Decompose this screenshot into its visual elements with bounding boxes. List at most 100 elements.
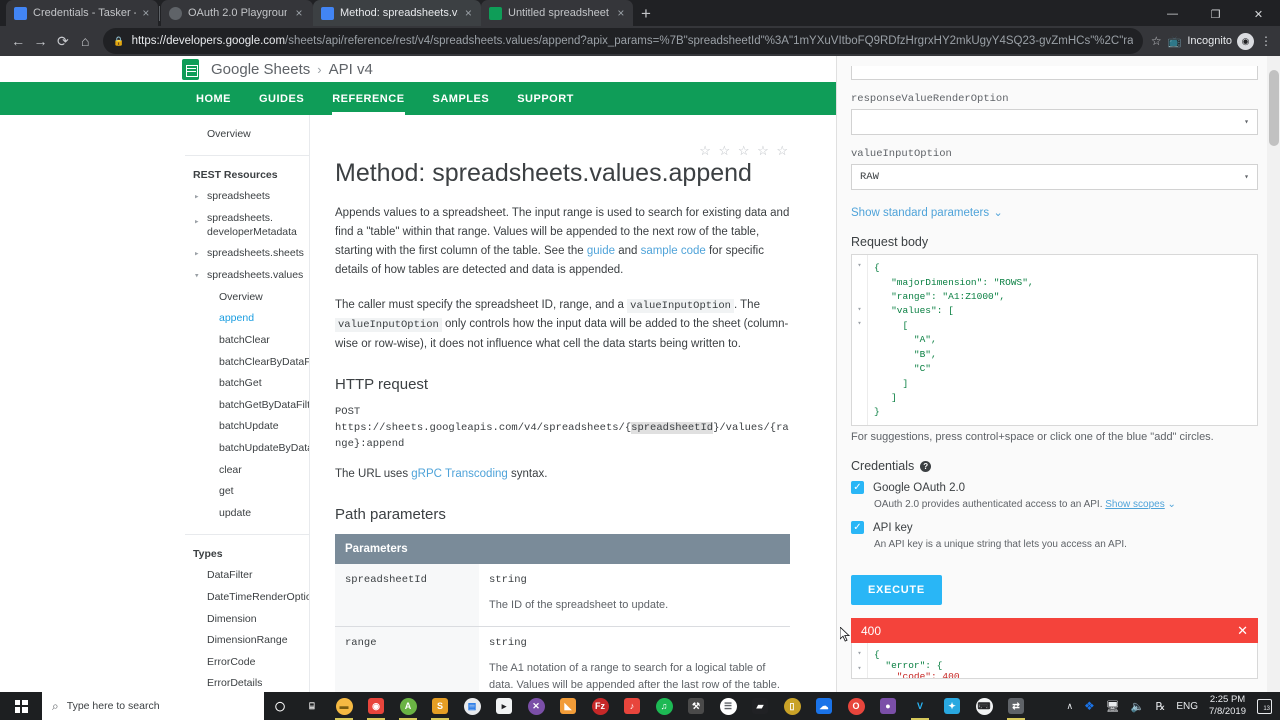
taskbar-filezilla[interactable]: Fz [584, 692, 616, 720]
page-scrollbar[interactable] [1267, 56, 1280, 692]
browser-tab-0[interactable]: Credentials - Tasker - Google Clo × [6, 0, 158, 26]
taskbar-transfer-app[interactable]: ⇄ [1000, 692, 1032, 720]
taskbar-onedrive[interactable]: ☁ [808, 692, 840, 720]
sidebar-item-dimensionrange[interactable]: DimensionRange [185, 630, 309, 652]
cast-icon[interactable]: 📺 [1168, 35, 1182, 48]
response-body-editor[interactable]: ▾ ▾ { "error": { "code": 400 [851, 643, 1258, 680]
sidebar-item-update[interactable]: update [185, 503, 309, 525]
taskbar-search-input[interactable]: ⌕ Type here to search [42, 692, 264, 720]
sidebar-item-spreadsheets-values[interactable]: ▾ spreadsheets.values [185, 265, 309, 287]
taskbar-keyboard-app[interactable]: ⌨ [968, 692, 1000, 720]
help-icon[interactable]: ? [920, 460, 932, 472]
language-indicator[interactable]: ENG [1176, 701, 1198, 712]
taskbar-vysor[interactable]: V [904, 692, 936, 720]
bookmark-star-icon[interactable]: ☆ [1151, 34, 1162, 48]
chrome-menu-icon[interactable]: ⋮ [1260, 34, 1272, 48]
taskbar-file-explorer[interactable]: ▬ [328, 692, 360, 720]
taskbar-app-blue[interactable]: ▤ [456, 692, 488, 720]
credential-apikey-row[interactable]: ✓ API key [851, 521, 1258, 535]
start-button[interactable] [0, 692, 42, 720]
response-fold-gutter[interactable]: ▾ ▾ [852, 643, 868, 679]
tab-close-icon[interactable]: × [142, 6, 150, 20]
sidebar-item-spreadsheets-sheets[interactable]: ▸ spreadsheets.sheets [185, 243, 309, 265]
taskbar-viber[interactable]: ● [872, 692, 904, 720]
breadcrumb-product[interactable]: Google Sheets [211, 61, 310, 78]
taskbar-terminal[interactable]: ▸ [488, 692, 520, 720]
sidebar-item-batchupdatebydatafilter[interactable]: batchUpdateByData... [185, 438, 309, 460]
taskbar-photo-app[interactable]: ◣ [552, 692, 584, 720]
page-scrollbar-thumb[interactable] [1269, 70, 1279, 147]
taskbar-game-app[interactable]: ⚒ [680, 692, 712, 720]
sidebar-item-dimension[interactable]: Dimension [185, 609, 309, 631]
sidebar-item-values-overview[interactable]: Overview [185, 287, 309, 309]
credential-oauth-row[interactable]: ✓ Google OAuth 2.0 [851, 481, 1258, 495]
sidebar-item-get[interactable]: get [185, 481, 309, 503]
show-scopes-link[interactable]: Show scopes [1105, 499, 1164, 510]
back-icon[interactable]: ← [8, 28, 28, 54]
show-standard-parameters-toggle[interactable]: Show standard parameters ⌄ [851, 203, 1258, 221]
code-fold-gutter[interactable]: ▾ ▾ ▾ [852, 255, 868, 426]
sidebar-item-errorcode[interactable]: ErrorCode [185, 652, 309, 674]
maximize-button[interactable]: ❐ [1194, 0, 1237, 28]
sidebar-item-clear[interactable]: clear [185, 460, 309, 482]
value-input-option-select[interactable]: RAW ▾ [851, 164, 1258, 191]
taskbar-android-studio[interactable]: A [392, 692, 424, 720]
tray-chevron-icon[interactable]: ∧ [1066, 701, 1073, 712]
reload-icon[interactable]: ⟳ [53, 28, 73, 54]
response-render-option-select[interactable]: ▾ [851, 109, 1258, 136]
tab-close-icon[interactable]: × [617, 6, 625, 20]
taskbar-torrent[interactable]: ✦ [936, 692, 968, 720]
sidebar-item-overview[interactable]: Overview [185, 124, 309, 146]
dropbox-icon[interactable]: ❖ [1084, 699, 1095, 713]
nav-reference[interactable]: REFERENCE [318, 82, 418, 116]
sidebar-item-developer-metadata[interactable]: ▸ spreadsheets. developerMetadata [185, 208, 309, 243]
sidebar-item-batchupdate[interactable]: batchUpdate [185, 416, 309, 438]
sidebar-item-errordetails[interactable]: ErrorDetails [185, 673, 309, 692]
taskbar-opera[interactable]: O [840, 692, 872, 720]
network-icon[interactable]: 🖥 [1106, 700, 1120, 713]
request-body-editor[interactable]: ▾ ▾ ▾ { "majorDimension": "ROWS", "range"… [851, 254, 1258, 427]
taskbar-visual-studio[interactable]: ✕ [520, 692, 552, 720]
taskbar-console[interactable]: ▰ [744, 692, 776, 720]
tab-close-icon[interactable]: × [293, 6, 305, 20]
nav-guides[interactable]: GUIDES [245, 82, 318, 115]
taskbar-cortana[interactable]: ◯ [264, 692, 296, 720]
new-tab-button[interactable]: + [641, 5, 651, 22]
sidebar-item-batchclearbydatafilter[interactable]: batchClearByDataFil... [185, 352, 309, 374]
sidebar-item-spreadsheets[interactable]: ▸ spreadsheets [185, 186, 309, 208]
guide-link[interactable]: guide [587, 245, 615, 257]
oauth-checkbox[interactable]: ✓ [851, 481, 864, 495]
forward-icon[interactable]: → [30, 28, 50, 54]
browser-tab-1[interactable]: OAuth 2.0 Playground × [161, 0, 313, 26]
notifications-icon[interactable]: 13 [1257, 698, 1272, 714]
tab-close-icon[interactable]: × [464, 6, 473, 20]
taskbar-music-app[interactable]: ♪ [616, 692, 648, 720]
taskbar-phone-app[interactable]: ▯ [776, 692, 808, 720]
nav-samples[interactable]: SAMPLES [419, 82, 504, 115]
sidebar-item-batchclear[interactable]: batchClear [185, 330, 309, 352]
volume-icon[interactable]: 🔈 [1131, 700, 1145, 713]
nav-support[interactable]: SUPPORT [503, 82, 588, 115]
sidebar-item-datetimerenderoption[interactable]: DateTimeRenderOption [185, 587, 309, 609]
minimize-button[interactable]: — [1151, 0, 1194, 28]
rating-stars[interactable]: ☆ ☆ ☆ ☆ ☆ [699, 143, 790, 159]
home-icon[interactable]: ⌂ [75, 28, 95, 54]
clock[interactable]: 2:25 PM 7/8/2019 [1209, 694, 1246, 718]
incognito-indicator[interactable]: Incognito ◉ [1187, 32, 1254, 50]
close-icon[interactable]: ✕ [1237, 623, 1248, 639]
apikey-checkbox[interactable]: ✓ [851, 521, 864, 535]
sidebar-item-batchgetbydatafilter[interactable]: batchGetByDataFilter [185, 395, 309, 417]
browser-tab-3[interactable]: Untitled spreadsheet - Google Sh × [481, 0, 633, 26]
sidebar-item-batchget[interactable]: batchGet [185, 373, 309, 395]
address-bar[interactable]: 🔒 https://developers.google.com/sheets/a… [103, 28, 1143, 55]
execute-button[interactable]: EXECUTE [851, 575, 942, 606]
breadcrumb-version[interactable]: API v4 [329, 61, 373, 78]
taskbar-chrome[interactable]: ◉ [360, 692, 392, 720]
grpc-transcoding-link[interactable]: gRPC Transcoding [411, 468, 508, 480]
close-window-button[interactable]: ✕ [1237, 0, 1280, 28]
browser-tab-2[interactable]: Method: spreadsheets.values.app × [313, 0, 481, 26]
bluetooth-icon[interactable]: ℞ [1155, 700, 1165, 713]
nav-home[interactable]: HOME [182, 82, 245, 115]
taskbar-spotify[interactable]: ♫ [648, 692, 680, 720]
taskbar-task-view[interactable]: ⌸ [296, 692, 328, 720]
